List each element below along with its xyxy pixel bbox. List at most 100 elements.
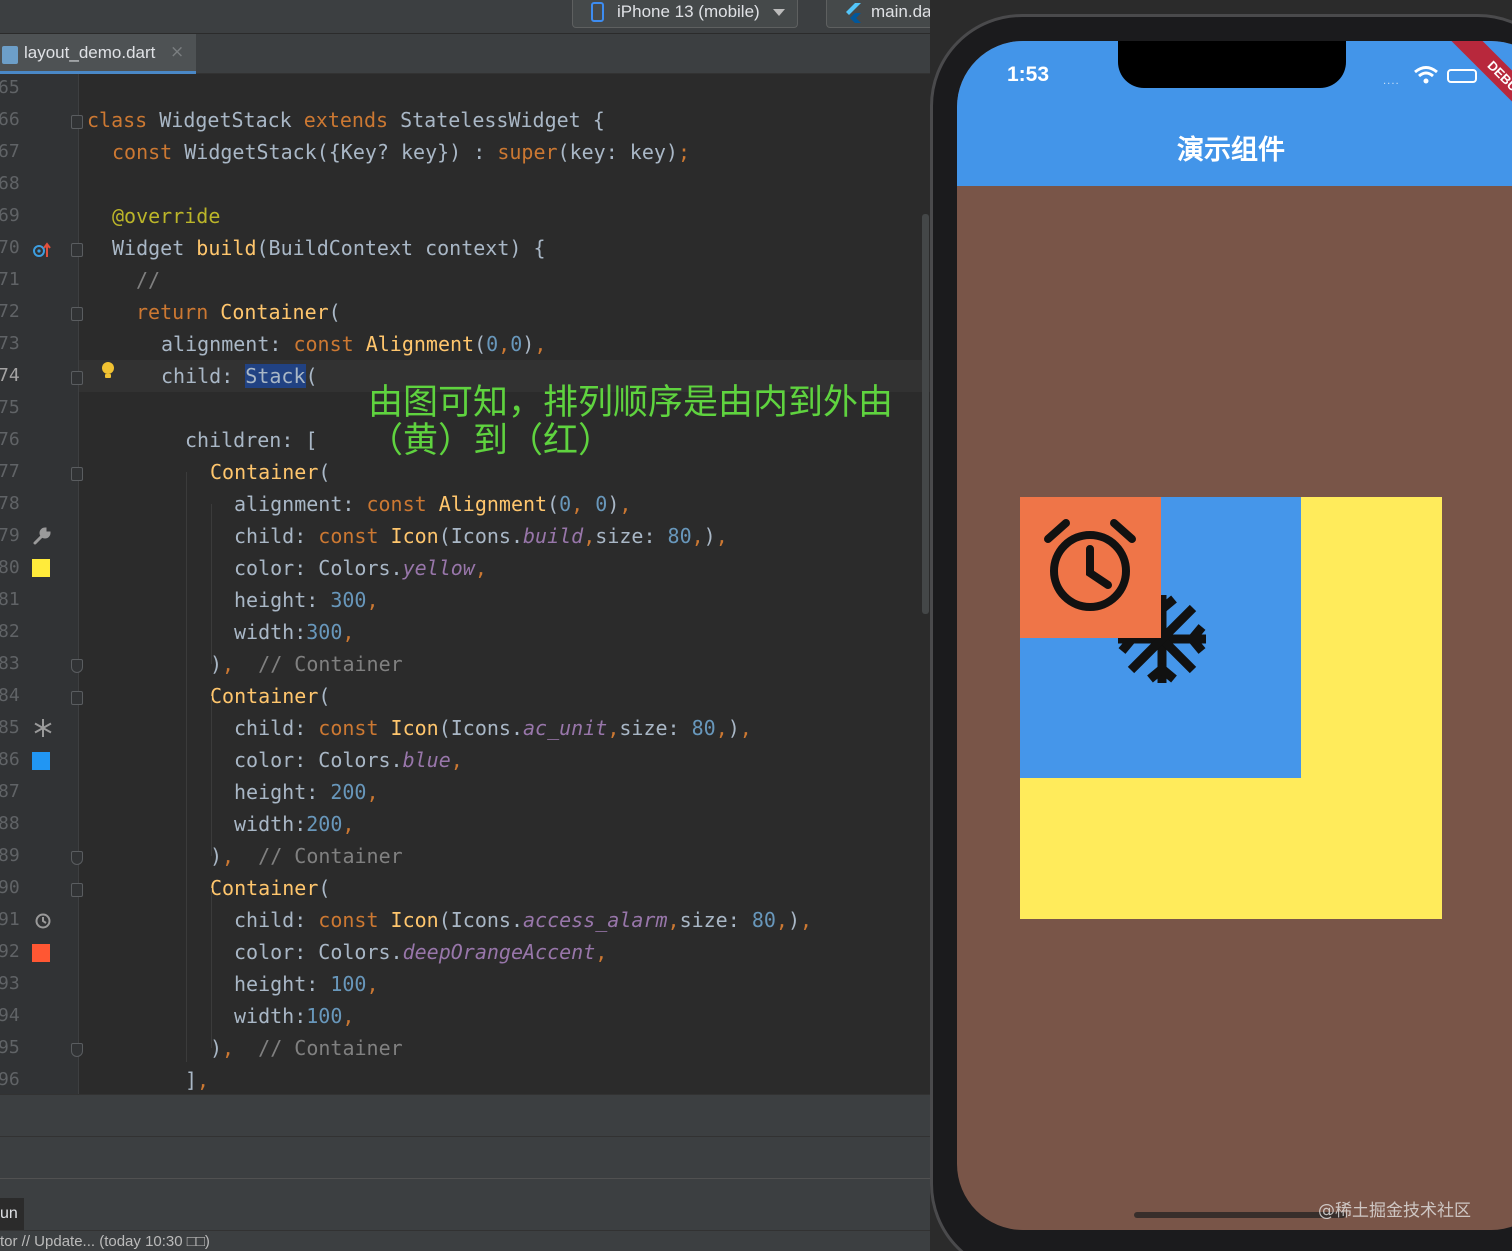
override-method-icon[interactable] xyxy=(32,240,52,260)
code-editor[interactable]: 65 66 class WidgetStack extends StatelessW… xyxy=(0,74,930,1094)
line-number: 94 xyxy=(0,1005,20,1026)
code-line[interactable]: 96], xyxy=(0,1066,930,1094)
code-token: , xyxy=(342,812,355,836)
code-line[interactable]: 83), // Container xyxy=(0,650,930,682)
code-token: class xyxy=(87,108,160,132)
tab-run[interactable]: un xyxy=(0,1198,24,1230)
line-number: 80 xyxy=(0,557,20,578)
tab-layout-demo[interactable]: layout_demo.dart × xyxy=(0,34,196,74)
code-token: , xyxy=(197,1068,210,1092)
close-icon[interactable]: × xyxy=(170,42,184,62)
code-line[interactable]: 91 child: const Icon(Icons.access_alarm,s… xyxy=(0,906,930,938)
code-line[interactable]: 77 Container( xyxy=(0,458,930,490)
code-token: const xyxy=(318,908,391,932)
code-token: , xyxy=(607,716,620,740)
line-number: 82 xyxy=(0,621,20,642)
code-line[interactable]: 68 xyxy=(0,170,930,202)
code-token: ; xyxy=(677,140,691,164)
lightbulb-icon[interactable] xyxy=(98,360,118,380)
line-number: 72 xyxy=(0,301,20,322)
indent-guide xyxy=(186,472,187,1062)
code-line[interactable]: 87 height: 200, xyxy=(0,778,930,810)
fold-marker[interactable] xyxy=(71,691,83,705)
fold-marker[interactable] xyxy=(71,467,83,481)
code-line[interactable]: 79 child: const Icon(Icons.build,size: 80… xyxy=(0,522,930,554)
code-line[interactable]: 71 // xyxy=(0,266,930,298)
code-token: ac_unit xyxy=(523,716,608,740)
code-line[interactable]: 93 height: 100, xyxy=(0,970,930,1002)
code-line[interactable]: 65 xyxy=(0,74,930,106)
code-line[interactable]: 66 class WidgetStack extends StatelessWid… xyxy=(0,106,930,138)
code-line[interactable]: 69 @override xyxy=(0,202,930,234)
code-line[interactable]: 92 color: Colors.deepOrangeAccent, xyxy=(0,938,930,970)
code-token: , xyxy=(691,524,704,548)
orange-color-swatch-icon[interactable] xyxy=(32,944,50,962)
code-line[interactable]: 73 alignment: const Alignment(0,0), xyxy=(0,330,930,362)
cellular-signal-icon: ···· xyxy=(1383,79,1400,90)
code-token: 0 xyxy=(510,332,523,356)
code-line[interactable]: 84 Container( xyxy=(0,682,930,714)
editor-breadcrumb-bar xyxy=(0,1094,930,1136)
tab-label: layout_demo.dart xyxy=(24,43,156,62)
code-text: height: 200, xyxy=(234,780,379,804)
code-token: WidgetStack({Key? key}) : xyxy=(184,140,498,164)
code-text: color: Colors.deepOrangeAccent, xyxy=(234,940,607,964)
fold-marker[interactable] xyxy=(71,659,83,673)
code-line[interactable]: 82 width:300, xyxy=(0,618,930,650)
code-line[interactable]: 86 color: Colors.blue, xyxy=(0,746,930,778)
fold-marker[interactable] xyxy=(71,883,83,897)
code-token: , xyxy=(222,1036,235,1060)
code-token: StatelessWidget { xyxy=(400,108,605,132)
code-token: (Icons. xyxy=(438,908,524,932)
line-number: 74 xyxy=(0,365,20,386)
line-number: 87 xyxy=(0,781,20,802)
code-line[interactable]: 94 width:100, xyxy=(0,1002,930,1034)
code-token: 300 xyxy=(306,620,343,644)
code-line[interactable]: 78 alignment: const Alignment(0, 0), xyxy=(0,490,930,522)
yellow-color-swatch-icon[interactable] xyxy=(32,559,50,577)
code-token: , xyxy=(342,1004,355,1028)
code-token: 0 xyxy=(486,332,499,356)
code-text: children: [ xyxy=(185,428,317,452)
fold-marker[interactable] xyxy=(71,851,83,865)
line-number: 70 xyxy=(0,237,20,258)
code-text: width:300, xyxy=(234,620,354,644)
code-token: child: xyxy=(234,908,319,932)
code-line[interactable]: 70 Widget build(BuildContext context) { xyxy=(0,234,930,266)
indent-guide xyxy=(211,504,212,664)
code-token: color: Colors. xyxy=(234,940,403,964)
tool-window-divider[interactable] xyxy=(0,1178,930,1198)
code-token: Container xyxy=(220,300,329,324)
code-line[interactable]: 81 height: 300, xyxy=(0,586,930,618)
code-line[interactable]: 72 return Container( xyxy=(0,298,930,330)
home-indicator[interactable] xyxy=(1134,1212,1346,1218)
code-line[interactable]: 89), // Container xyxy=(0,842,930,874)
code-token: 300 xyxy=(330,588,367,612)
fold-marker[interactable] xyxy=(71,1043,83,1057)
fold-marker[interactable] xyxy=(71,243,83,257)
phone-screen[interactable]: 1:53 ···· 演示组件 DEBUG xyxy=(957,41,1512,1230)
fold-marker[interactable] xyxy=(71,307,83,321)
code-token: width: xyxy=(234,620,307,644)
editor-scrollbar[interactable] xyxy=(922,214,929,614)
fold-marker[interactable] xyxy=(71,371,83,385)
blue-color-swatch-icon[interactable] xyxy=(32,752,50,770)
code-token: Container xyxy=(210,876,319,900)
code-token: , xyxy=(222,652,235,676)
code-line[interactable]: 67 const WidgetStack({Key? key}) : super(… xyxy=(0,138,930,170)
code-text: width:100, xyxy=(234,1004,354,1028)
code-text: alignment: const Alignment(0,0), xyxy=(161,332,546,356)
code-line[interactable]: 80 color: Colors.yellow, xyxy=(0,554,930,586)
fold-marker[interactable] xyxy=(71,115,83,129)
device-selector[interactable]: iPhone 13 (mobile) xyxy=(572,0,798,28)
code-line[interactable]: 90 Container( xyxy=(0,874,930,906)
code-token: yellow xyxy=(402,556,475,580)
code-token: (Icons. xyxy=(438,524,524,548)
code-line[interactable]: 95), // Container xyxy=(0,1034,930,1066)
code-token: height: xyxy=(234,780,331,804)
code-line[interactable]: 88 width:200, xyxy=(0,810,930,842)
code-token: ( xyxy=(474,332,487,356)
code-line[interactable]: 85 child: const Icon(Icons.ac_unit,size: … xyxy=(0,714,930,746)
code-token: width: xyxy=(234,812,307,836)
code-text: // xyxy=(136,268,160,292)
